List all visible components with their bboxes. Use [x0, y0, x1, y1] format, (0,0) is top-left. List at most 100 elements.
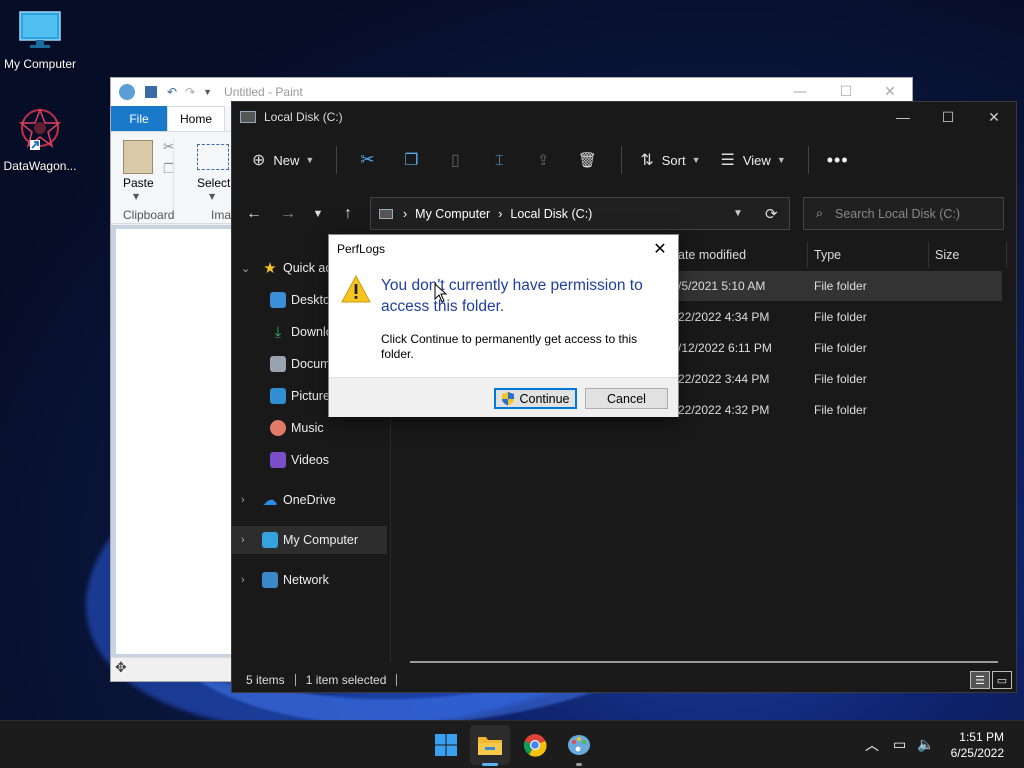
breadcrumb-local-disk[interactable]: Local Disk (C:)	[510, 207, 592, 221]
plus-circle-icon: ⊕	[252, 152, 266, 169]
paint-canvas[interactable]	[116, 229, 233, 654]
paste-button[interactable]: Paste	[123, 176, 154, 190]
column-header-type[interactable]: Type	[808, 242, 929, 268]
close-icon: ✕	[653, 241, 667, 258]
sidebar-item-network[interactable]: › Network	[232, 566, 387, 594]
sidebar-item-onedrive[interactable]: › ☁ OneDrive	[232, 486, 387, 514]
row-type: File folder	[814, 310, 867, 324]
monitor-icon	[262, 532, 278, 548]
sidebar-item-my-computer[interactable]: › My Computer	[232, 526, 387, 554]
paste-icon	[123, 140, 153, 174]
paste-dropdown-icon[interactable]: ▼	[133, 192, 139, 201]
videos-icon	[270, 452, 286, 468]
dialog-main-instruction: You don't currently have permission to a…	[381, 277, 643, 315]
explorer-minimize-button[interactable]: —	[880, 102, 926, 132]
more-options-button[interactable]: •••	[819, 143, 857, 177]
view-button-label: View	[742, 152, 771, 168]
status-separator	[294, 674, 296, 686]
view-button[interactable]: ☰ View ▼	[713, 143, 794, 177]
chevron-down-icon: ▼	[691, 155, 701, 165]
explorer-close-button[interactable]: ✕	[971, 102, 1017, 132]
horizontal-scrollbar[interactable]	[410, 661, 998, 663]
search-box[interactable]: ⌕ Search Local Disk (C:)	[803, 197, 1004, 230]
cancel-button[interactable]: Cancel	[585, 388, 668, 409]
sidebar-item-label: OneDrive	[283, 493, 336, 507]
paint-file-tab[interactable]: File	[111, 106, 167, 131]
search-icon: ⌕	[816, 206, 824, 220]
share-button[interactable]: ⇪	[523, 143, 563, 177]
sidebar-item-videos[interactable]: Videos	[232, 446, 387, 474]
taskbar-chrome[interactable]	[515, 725, 555, 765]
chevron-down-icon: ▼	[312, 208, 324, 220]
taskbar-file-explorer[interactable]	[470, 725, 510, 766]
back-button[interactable]: ←	[240, 197, 268, 231]
select-icon	[197, 144, 229, 170]
recent-locations-button[interactable]: ▼	[304, 197, 332, 231]
forward-button[interactable]: →	[274, 197, 302, 231]
network-icon: ▭	[893, 737, 907, 753]
column-header-date[interactable]: ate modified	[672, 242, 808, 268]
select-button[interactable]: Select	[197, 176, 230, 190]
search-input[interactable]: Search Local Disk (C:)	[835, 207, 960, 221]
breadcrumb-my-computer[interactable]: My Computer	[415, 207, 490, 221]
download-icon: ⤓	[274, 323, 282, 341]
start-button[interactable]	[426, 725, 466, 765]
new-button-label: New	[273, 152, 300, 168]
row-date: /12/2022 6:11 PM	[678, 341, 772, 355]
row-type: File folder	[814, 341, 867, 355]
taskbar-paint[interactable]	[559, 725, 599, 766]
paint-home-tab[interactable]: Home	[167, 106, 225, 131]
row-type: File folder	[814, 279, 867, 293]
chevron-down-icon: ⌄	[241, 262, 251, 275]
select-dropdown-icon[interactable]: ▼	[209, 192, 215, 201]
up-button[interactable]: ↑	[334, 197, 362, 231]
details-view-button[interactable]: ☰	[970, 671, 990, 689]
delete-button[interactable]: 🗑	[567, 143, 607, 177]
desktop-icon-datawagon[interactable]: DataWagon...	[0, 106, 80, 173]
paint-palette-icon	[568, 735, 590, 755]
share-icon: ⇪	[537, 152, 550, 169]
taskbar-clock[interactable]: 1:51 PM 6/25/2022	[951, 729, 1004, 761]
monitor-icon	[19, 11, 61, 48]
sidebar-item-music[interactable]: Music	[232, 414, 387, 442]
network-status-button[interactable]: ▭	[893, 721, 906, 768]
permission-dialog[interactable]: PerfLogs ✕ You don't currently have perm…	[328, 234, 679, 417]
address-dropdown-icon[interactable]: ▼	[733, 208, 743, 219]
item-count: 5 items	[246, 673, 285, 687]
paint-window-title: Untitled - Paint	[224, 85, 303, 99]
dialog-content-text: Click Continue to permanently get access…	[381, 332, 638, 361]
redo-icon[interactable]: ↷	[185, 85, 195, 99]
column-header-size[interactable]: Size	[929, 242, 1007, 268]
sort-button[interactable]: ⇅ Sort ▼	[632, 143, 708, 177]
clock-date: 6/25/2022	[950, 746, 1004, 760]
list-view-icon: ☰	[720, 152, 735, 169]
active-indicator	[482, 763, 498, 766]
copy-button[interactable]: ❐	[391, 143, 431, 177]
document-icon	[270, 356, 286, 372]
folder-icon	[478, 737, 502, 755]
dialog-close-button[interactable]: ✕	[648, 237, 672, 261]
desktop-icon-my-computer[interactable]: My Computer	[0, 10, 80, 71]
tiles-view-button[interactable]: ▭	[992, 671, 1012, 689]
continue-button[interactable]: Continue	[494, 388, 577, 409]
cut-button[interactable]: ✂	[347, 143, 387, 177]
paste-button[interactable]: ▯	[435, 143, 475, 177]
new-button[interactable]: ⊕ New ▼	[244, 143, 322, 177]
network-icon	[262, 572, 278, 588]
save-icon[interactable]	[145, 86, 157, 98]
row-date: 22/2022 3:44 PM	[678, 372, 770, 386]
volume-button[interactable]: 🔈	[917, 721, 934, 768]
continue-button-label: Continue	[519, 391, 570, 406]
show-hidden-icons-button[interactable]: ︿	[865, 721, 879, 768]
row-date: 22/2022 4:32 PM	[678, 403, 770, 417]
explorer-maximize-button[interactable]: ☐	[925, 102, 971, 132]
undo-icon[interactable]: ↶	[167, 85, 177, 99]
refresh-icon[interactable]: ⟳	[765, 205, 778, 223]
selection-count: 1 item selected	[305, 673, 387, 687]
address-bar[interactable]: › My Computer › Local Disk (C:) ▼ ⟳	[370, 197, 790, 230]
copy-icon: ❐	[404, 152, 419, 169]
mouse-cursor-icon	[434, 283, 448, 303]
rename-button[interactable]: ⌶	[479, 143, 519, 177]
customize-qat-icon[interactable]: ▼	[203, 87, 212, 97]
sidebar-item-label: Videos	[291, 453, 329, 467]
